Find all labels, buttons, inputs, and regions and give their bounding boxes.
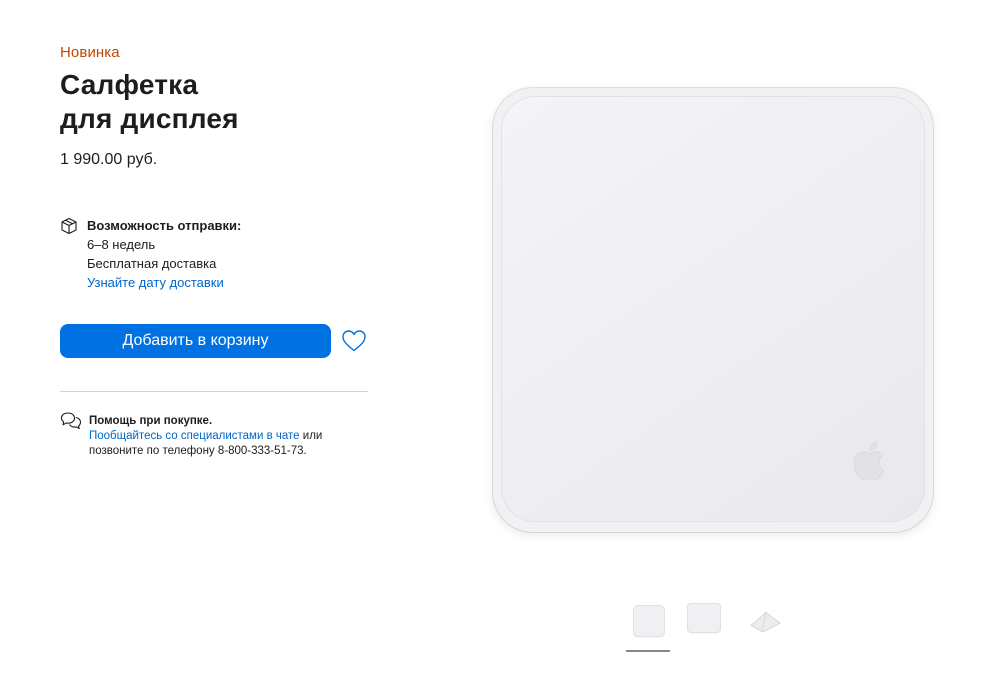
product-price: 1 990.00 руб.: [60, 151, 158, 168]
add-to-cart-button[interactable]: Добавить в корзину: [60, 324, 331, 358]
selected-thumbnail-indicator: [626, 650, 670, 652]
chat-with-specialists-link[interactable]: Пообщайтесь со специалистами в чате: [89, 430, 300, 442]
divider: [60, 391, 368, 392]
product-title: Салфетка для дисплея: [60, 68, 360, 136]
shipping-delivery: Бесплатная доставка: [87, 256, 217, 271]
product-page: Новинка Салфетка для дисплея 1 990.00 ру…: [0, 0, 1000, 693]
help-line-1: Пообщайтесь со специалистами в чате или: [89, 429, 369, 444]
shipping-details: Возможность отправки: 6–8 недель Бесплат…: [87, 216, 367, 292]
shipping-time: 6–8 недель: [87, 237, 156, 252]
shipping-heading: Возможность отправки:: [87, 218, 242, 233]
product-title-line-1: Салфетка: [60, 69, 199, 100]
new-badge: Новинка: [60, 44, 120, 61]
help-text: Помощь при покупке. Пообщайтесь со специ…: [89, 414, 369, 459]
thumbnail-cloth-angle[interactable]: [688, 604, 720, 632]
box-icon: [61, 217, 77, 235]
polishing-cloth-surface: [501, 96, 925, 522]
help-heading: Помощь при покупке.: [89, 415, 213, 427]
gallery-thumbnails: [620, 598, 800, 658]
chat-bubbles-icon: [60, 412, 82, 430]
product-image: [493, 88, 933, 532]
help-phone-text: позвоните по телефону 8-800-333-51-73.: [89, 445, 307, 457]
favorite-button[interactable]: [341, 329, 367, 353]
delivery-date-link[interactable]: Узнайте дату доставки: [87, 275, 224, 290]
thumbnail-cloth-front[interactable]: [634, 606, 664, 636]
apple-logo-icon: [853, 442, 885, 481]
product-title-line-2: для дисплея: [60, 103, 239, 134]
thumbnail-cloth-folded[interactable]: [748, 608, 782, 634]
heart-icon: [342, 330, 366, 352]
help-or-text: или: [302, 430, 323, 442]
